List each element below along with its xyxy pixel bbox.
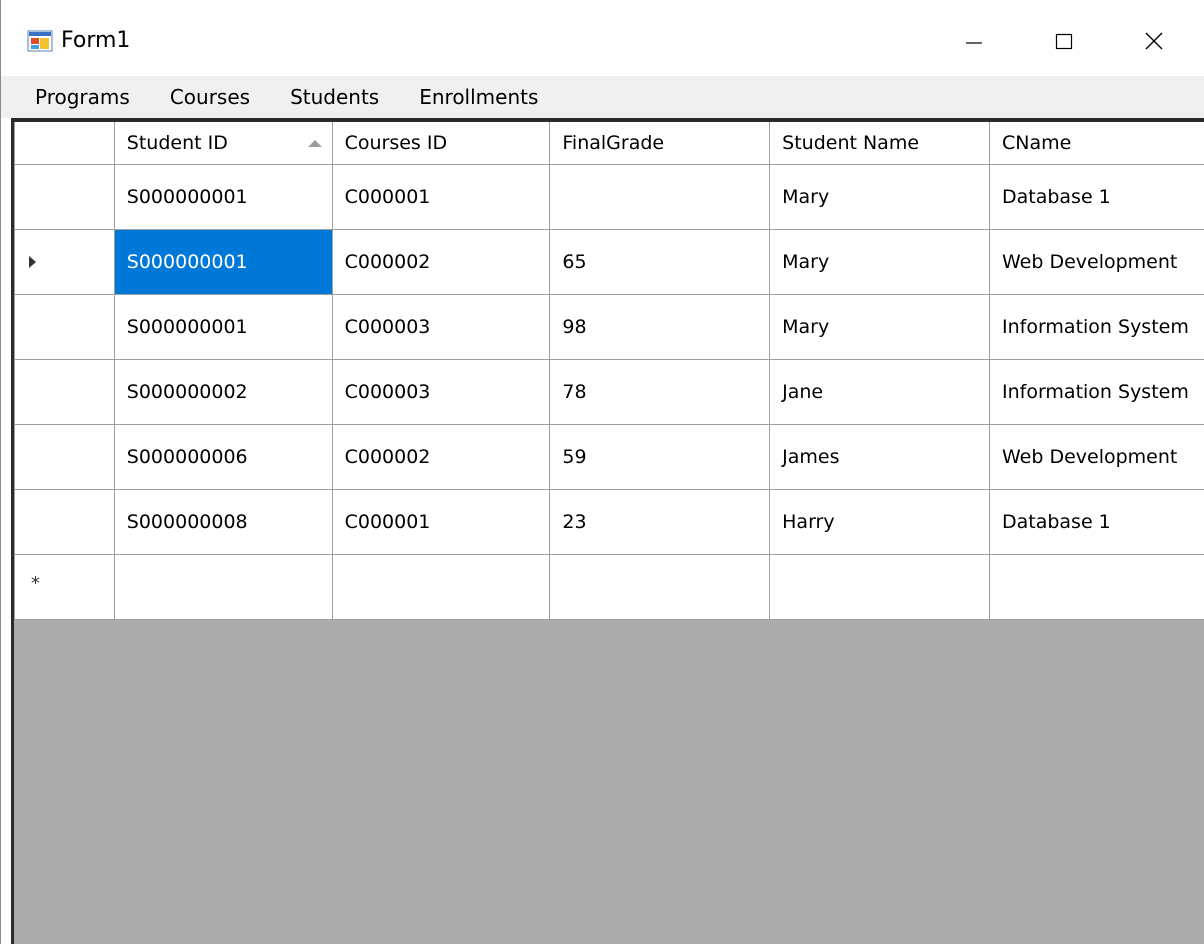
minimize-icon [964, 31, 984, 56]
grid-cell[interactable]: S000000001 [113, 294, 333, 360]
new-row-asterisk-icon: * [31, 573, 40, 594]
column-header-label: FinalGrade [562, 132, 665, 154]
maximize-icon [1054, 31, 1074, 56]
column-header-student-name[interactable]: Student Name [769, 122, 990, 165]
table-row-current[interactable]: S000000001 C000002 65 Mary Web Developme… [14, 229, 1204, 295]
row-header-cell[interactable] [14, 229, 115, 295]
data-grid-view[interactable]: Student ID Courses ID FinalGrade Student… [11, 118, 1204, 944]
table-row[interactable]: S000000002 C000003 78 Jane Information S… [14, 359, 1204, 425]
column-header-label: Student ID [126, 132, 228, 154]
row-header-cell[interactable] [14, 294, 115, 360]
minimize-button[interactable] [939, 18, 1009, 68]
grid-cell-selected[interactable]: S000000001 [113, 229, 333, 295]
grid-cell[interactable]: S000000001 [113, 164, 333, 230]
maximize-button[interactable] [1029, 18, 1099, 68]
grid-cell[interactable]: 78 [549, 359, 771, 425]
row-header-cell[interactable] [14, 489, 115, 555]
row-header-cell[interactable] [14, 164, 115, 230]
table-row[interactable]: S000000008 C000001 23 Harry Database 1 [14, 489, 1204, 555]
enrollments-grid: Student ID Courses ID FinalGrade Student… [14, 122, 1204, 620]
column-header-cname[interactable]: CName [988, 122, 1204, 165]
column-header-student-id[interactable]: Student ID [113, 122, 333, 165]
grid-header-row: Student ID Courses ID FinalGrade Student… [14, 122, 1204, 165]
grid-cell[interactable]: Mary [769, 294, 990, 360]
grid-cell[interactable]: Information System [988, 294, 1204, 360]
grid-cell[interactable]: S000000008 [113, 489, 333, 555]
grid-cell[interactable]: 65 [549, 229, 771, 295]
grid-cell[interactable]: 23 [549, 489, 771, 555]
menu-courses[interactable]: Courses [150, 76, 270, 118]
column-header-label: CName [1001, 132, 1072, 154]
app-window: Form1 Programs Courses Students Enrollme… [0, 0, 1204, 944]
menu-programs[interactable]: Programs [1, 76, 150, 118]
grid-cell[interactable]: Information System [988, 359, 1204, 425]
grid-cell[interactable]: 98 [549, 294, 771, 360]
grid-cell[interactable]: C000002 [331, 424, 551, 490]
grid-cell[interactable]: Database 1 [988, 489, 1204, 555]
winforms-app-icon [27, 30, 53, 52]
column-header-label: Student Name [782, 132, 920, 154]
grid-cell-empty[interactable] [113, 554, 333, 620]
grid-cell[interactable]: Web Development [988, 424, 1204, 490]
table-row[interactable]: S000000001 C000001 Mary Database 1 [14, 164, 1204, 230]
grid-cell[interactable]: C000001 [331, 164, 551, 230]
grid-cell[interactable]: Database 1 [988, 164, 1204, 230]
table-row[interactable]: S000000001 C000003 98 Mary Information S… [14, 294, 1204, 360]
grid-cell[interactable]: C000001 [331, 489, 551, 555]
column-header-final-grade[interactable]: FinalGrade [549, 122, 771, 165]
new-row[interactable]: * [14, 554, 1204, 620]
grid-cell[interactable]: Mary [769, 229, 990, 295]
grid-cell-empty[interactable] [769, 554, 990, 620]
grid-cell[interactable]: James [769, 424, 990, 490]
grid-cell[interactable]: S000000006 [113, 424, 333, 490]
grid-cell[interactable]: 59 [549, 424, 771, 490]
grid-cell[interactable]: C000003 [331, 294, 551, 360]
grid-cell[interactable]: C000002 [331, 229, 551, 295]
grid-cell[interactable]: C000003 [331, 359, 551, 425]
close-icon [1144, 31, 1164, 56]
top-left-header-cell[interactable] [14, 122, 115, 165]
menu-enrollments[interactable]: Enrollments [399, 76, 558, 118]
column-header-courses-id[interactable]: Courses ID [331, 122, 551, 165]
grid-cell[interactable] [549, 164, 771, 230]
grid-cell[interactable]: Jane [769, 359, 990, 425]
current-row-pointer-icon [29, 256, 36, 268]
grid-cell-empty[interactable] [988, 554, 1204, 620]
row-header-cell[interactable]: * [14, 554, 115, 620]
row-header-cell[interactable] [14, 424, 115, 490]
close-button[interactable] [1119, 18, 1189, 68]
column-header-label: Courses ID [344, 132, 448, 154]
grid-cell-empty[interactable] [549, 554, 771, 620]
table-row[interactable]: S000000006 C000002 59 James Web Developm… [14, 424, 1204, 490]
sort-ascending-icon [307, 140, 322, 147]
grid-cell-empty[interactable] [331, 554, 551, 620]
menu-students[interactable]: Students [270, 76, 399, 118]
grid-cell[interactable]: Mary [769, 164, 990, 230]
window-title: Form1 [61, 28, 131, 53]
menu-bar: Programs Courses Students Enrollments [1, 76, 1204, 118]
grid-cell[interactable]: Harry [769, 489, 990, 555]
grid-cell[interactable]: S000000002 [113, 359, 333, 425]
title-bar[interactable]: Form1 [1, 0, 1204, 76]
row-header-cell[interactable] [14, 359, 115, 425]
grid-cell[interactable]: Web Development [988, 229, 1204, 295]
